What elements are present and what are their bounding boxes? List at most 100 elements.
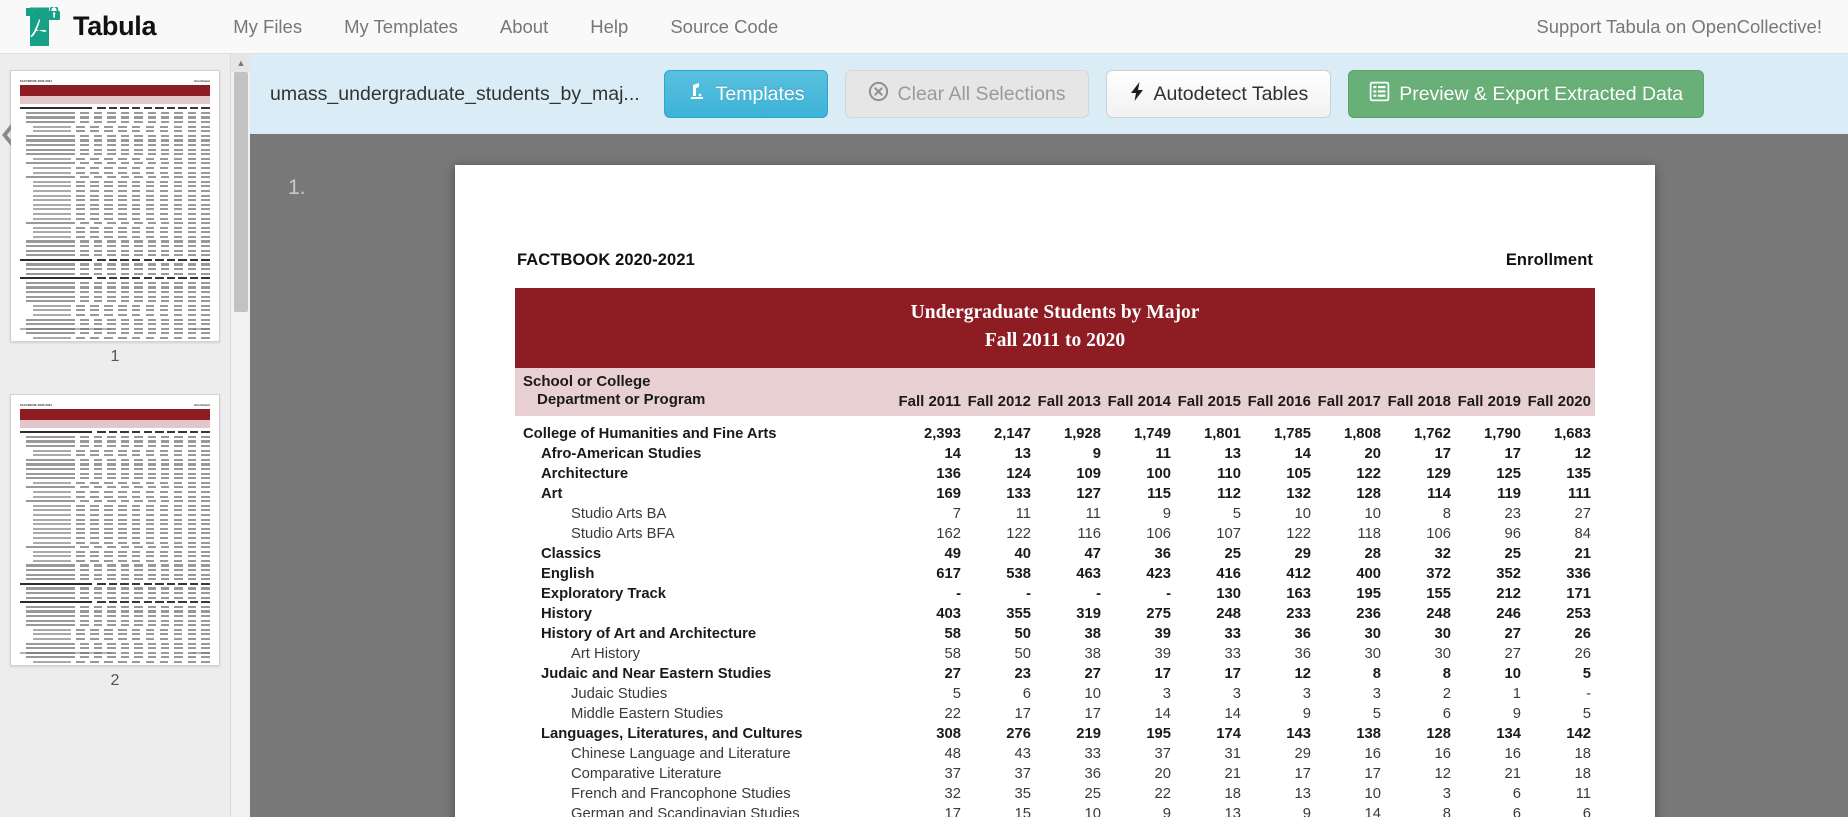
table-row-values: 617538463423416412400372352336 <box>895 566 1595 582</box>
table-row-label: English <box>515 566 895 582</box>
nav-link-my-templates[interactable]: My Templates <box>323 10 479 44</box>
table-cell: - <box>1105 586 1175 602</box>
table-cell: 1,762 <box>1385 426 1455 442</box>
table-cell: 129 <box>1385 466 1455 482</box>
table-row-label: Comparative Literature <box>515 766 895 782</box>
table-cell: 10 <box>1245 506 1315 522</box>
table-cell: 122 <box>1315 466 1385 482</box>
table-cell: 3 <box>1175 686 1245 702</box>
table-year-header: Fall 2011 <box>895 393 965 410</box>
table-row-values: 37373620211717122118 <box>895 766 1595 782</box>
table-cell: 1,749 <box>1105 426 1175 442</box>
table-row: College of Humanities and Fine Arts2,393… <box>515 424 1595 444</box>
table-cell: 49 <box>895 546 965 562</box>
clear-all-selections-button[interactable]: Clear All Selections <box>845 70 1089 118</box>
page-thumbnail-2[interactable]: FACTBOOK 2020-2021 Enrollment <box>10 394 220 666</box>
table-cell: 33 <box>1175 646 1245 662</box>
table-row-values: 27232717171288105 <box>895 666 1595 682</box>
autodetect-tables-button[interactable]: Autodetect Tables <box>1106 70 1332 118</box>
table-row-label: Afro-American Studies <box>515 446 895 462</box>
table-cell: 9 <box>1105 506 1175 522</box>
table-row: Exploratory Track----130163195155212171 <box>515 584 1595 604</box>
table-cell: 25 <box>1035 786 1105 802</box>
table-cell: 1,785 <box>1245 426 1315 442</box>
scrollbar-thumb[interactable] <box>234 72 248 312</box>
table-cell: 128 <box>1385 726 1455 742</box>
table-cell: 20 <box>1105 766 1175 782</box>
table-row-values: 221717141495695 <box>895 706 1595 722</box>
table-row-label: Architecture <box>515 466 895 482</box>
table-row-label: History of Art and Architecture <box>515 626 895 642</box>
table-cell: 308 <box>895 726 965 742</box>
workspace: FACTBOOK 2020-2021 Enrollment 1 <box>0 54 1848 817</box>
table-cell: 5 <box>1315 706 1385 722</box>
table-cell: 32 <box>895 786 965 802</box>
table-column-header: School or College Department or Program … <box>515 368 1595 417</box>
table-cell: 47 <box>1035 546 1105 562</box>
page-thumbnail-1[interactable]: FACTBOOK 2020-2021 Enrollment <box>10 70 220 342</box>
table-cell: 21 <box>1175 766 1245 782</box>
table-cell: 275 <box>1105 606 1175 622</box>
table-row: Art169133127115112132128114119111 <box>515 484 1595 504</box>
colhead-line2: Department or Program <box>523 391 895 410</box>
table-cell: 115 <box>1105 486 1175 502</box>
action-toolbar: umass_undergraduate_students_by_maj... T… <box>250 54 1848 134</box>
brand[interactable]: Tabula <box>24 7 156 47</box>
table-cell: 5 <box>1525 666 1595 682</box>
thumbnail-item[interactable]: FACTBOOK 2020-2021 Enrollment 1 <box>10 70 220 380</box>
table-cell: 96 <box>1455 526 1525 542</box>
brand-name: Tabula <box>73 11 156 42</box>
table-row: Judaic and Near Eastern Studies272327171… <box>515 664 1595 684</box>
table-row: Classics49404736252928322521 <box>515 544 1595 564</box>
templates-button[interactable]: Templates <box>664 70 828 118</box>
table-row-label: Middle Eastern Studies <box>515 706 895 722</box>
table-row: History of Art and Architecture585038393… <box>515 624 1595 644</box>
table-cell: 100 <box>1105 466 1175 482</box>
table-cell: 58 <box>895 646 965 662</box>
thumbnail-item[interactable]: FACTBOOK 2020-2021 Enrollment 2 <box>10 394 220 704</box>
triangle-up-icon[interactable]: ▲ <box>231 54 250 72</box>
nav-link-about[interactable]: About <box>479 10 569 44</box>
table-year-header: Fall 2017 <box>1315 393 1385 410</box>
table-cell: 23 <box>965 666 1035 682</box>
pdf-viewport[interactable]: 1. FACTBOOK 2020-2021 Enrollment Undergr… <box>250 134 1848 817</box>
table-row-values: 49404736252928322521 <box>895 546 1595 562</box>
table-row-values: 58503839333630302726 <box>895 646 1595 662</box>
table-row-label: Chinese Language and Literature <box>515 746 895 762</box>
table-cell: 219 <box>1035 726 1105 742</box>
table-cell: 18 <box>1525 746 1595 762</box>
nav-link-source-code[interactable]: Source Code <box>649 10 799 44</box>
chevron-left-icon[interactable] <box>0 122 14 148</box>
table-cell: 336 <box>1525 566 1595 582</box>
thumbnail-page-number: 1 <box>10 342 220 380</box>
table-cell: 110 <box>1175 466 1245 482</box>
document-header-left: FACTBOOK 2020-2021 <box>517 251 695 270</box>
autodetect-tables-label: Autodetect Tables <box>1154 83 1309 106</box>
table-cell: 16 <box>1315 746 1385 762</box>
table-cell: 169 <box>895 486 965 502</box>
table-cell: 26 <box>1525 646 1595 662</box>
table-cell: 107 <box>1175 526 1245 542</box>
table-cell: - <box>1035 586 1105 602</box>
table-cell: 1,790 <box>1455 426 1525 442</box>
preview-export-button[interactable]: Preview & Export Extracted Data <box>1348 70 1704 118</box>
table-cell: 136 <box>895 466 965 482</box>
support-opencollective-link[interactable]: Support Tabula on OpenCollective! <box>1536 16 1822 37</box>
table-row: Languages, Literatures, and Cultures3082… <box>515 724 1595 744</box>
table-cell: 25 <box>1455 546 1525 562</box>
table-cell: 17 <box>1105 666 1175 682</box>
table-cell: 246 <box>1455 606 1525 622</box>
table-row-values: ----130163195155212171 <box>895 586 1595 602</box>
nav-link-my-files[interactable]: My Files <box>212 10 323 44</box>
sidebar-scrollbar[interactable]: ▲ <box>230 54 250 817</box>
table-cell: 122 <box>965 526 1035 542</box>
table-cell: 9 <box>1245 806 1315 817</box>
table-cell: 20 <box>1315 446 1385 462</box>
table-cell: 135 <box>1525 466 1595 482</box>
table-row: Chinese Language and Literature484333373… <box>515 744 1595 764</box>
table-cell: 9 <box>1455 706 1525 722</box>
table-cell: 6 <box>1455 806 1525 817</box>
pdf-page-canvas[interactable]: FACTBOOK 2020-2021 Enrollment Undergradu… <box>455 165 1655 817</box>
nav-link-help[interactable]: Help <box>569 10 649 44</box>
table-row-values: 48433337312916161618 <box>895 746 1595 762</box>
